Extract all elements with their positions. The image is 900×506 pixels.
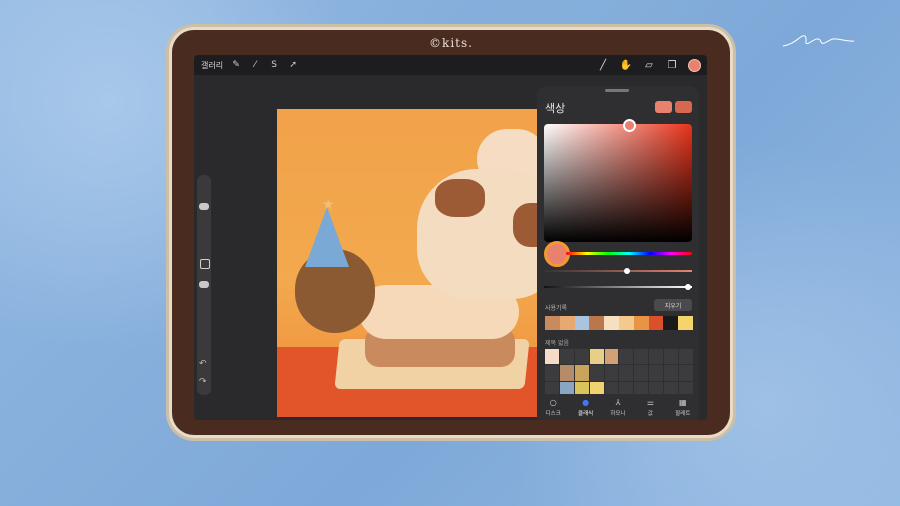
opacity-slider[interactable]	[199, 281, 209, 288]
hue-row	[544, 241, 692, 267]
palette-grid	[545, 349, 693, 397]
palette-label: 제목 없음	[545, 340, 569, 347]
primary-color-swatch[interactable]	[655, 101, 672, 113]
smudge-icon[interactable]: ✋	[619, 58, 633, 72]
artwork-shape	[435, 179, 485, 217]
palette-cell[interactable]	[589, 365, 604, 381]
history-swatch[interactable]	[589, 316, 605, 330]
palette-cell[interactable]	[604, 365, 619, 381]
drawing-canvas[interactable]: ★	[277, 109, 557, 417]
history-label: 사용기록	[545, 305, 568, 312]
color-mode-tabs: ○ 디스크 ● 클래식 ⅄ 하모니 ⚌ 값 ▦ 팔레트	[537, 394, 699, 420]
brand-logo: ©kits.	[429, 36, 473, 50]
history-swatch[interactable]	[618, 316, 634, 330]
history-swatch[interactable]	[648, 316, 664, 330]
app-screen: 갤러리 ✎ ⁄ S ➚ ╱ ✋ ▱ ❐ ↶ ↷ ★ 색상 사용기록 지우기 제목…	[194, 55, 707, 420]
current-color-button[interactable]	[688, 58, 701, 72]
picker-handle[interactable]	[623, 119, 636, 132]
history-swatches	[545, 316, 693, 330]
wrench-icon[interactable]: ✎	[230, 59, 242, 71]
tab-label: 하모니	[610, 410, 626, 417]
classic-icon: ●	[582, 397, 590, 407]
tab-label: 클래식	[578, 410, 594, 417]
history-swatch[interactable]	[663, 316, 679, 330]
brush-icon[interactable]: ╱	[596, 58, 610, 72]
palette-cell[interactable]	[664, 349, 679, 365]
palette-cell[interactable]	[679, 349, 693, 365]
tablet-frame: ©kits. 갤러리 ✎ ⁄ S ➚ ╱ ✋ ▱ ❐ ↶ ↷ ★ 색상 사용기록…	[172, 30, 730, 435]
palette-cell[interactable]	[634, 365, 649, 381]
brush-size-slider[interactable]	[199, 203, 209, 210]
star-icon: ★	[322, 197, 335, 213]
clear-history-button[interactable]: 지우기	[654, 299, 692, 311]
color-panel: 색상 사용기록 지우기 제목 없음 ○ 디스크 ● 클래식 ⅄ 하모니 ⚌ 값 …	[537, 86, 699, 420]
left-sidebar: ↶ ↷	[197, 175, 211, 395]
redo-icon[interactable]: ↷	[199, 377, 207, 387]
selection-icon[interactable]: S	[268, 59, 280, 71]
undo-icon[interactable]: ↶	[199, 359, 207, 369]
sliders-icon: ⚌	[646, 397, 654, 407]
palette-cell[interactable]	[545, 365, 559, 381]
palette-cell[interactable]	[559, 365, 574, 381]
disc-icon: ○	[549, 397, 557, 407]
palette-cell[interactable]	[574, 349, 589, 365]
brightness-knob[interactable]	[685, 284, 691, 290]
tab-classic[interactable]: ● 클래식	[569, 394, 601, 420]
tab-palette[interactable]: ▦ 팔레트	[667, 394, 699, 420]
palette-cell[interactable]	[574, 365, 589, 381]
secondary-color-swatch[interactable]	[675, 101, 692, 113]
tab-disc[interactable]: ○ 디스크	[537, 394, 569, 420]
eraser-icon[interactable]: ▱	[642, 58, 656, 72]
artwork-party-hat	[305, 207, 349, 267]
hue-slider[interactable]	[566, 252, 692, 255]
history-swatch[interactable]	[604, 316, 619, 330]
palette-cell[interactable]	[619, 349, 634, 365]
tab-harmony[interactable]: ⅄ 하모니	[602, 394, 634, 420]
brightness-slider[interactable]	[544, 284, 692, 290]
history-swatch[interactable]	[545, 316, 560, 330]
palette-cell[interactable]	[664, 365, 679, 381]
panel-grabber[interactable]	[605, 89, 629, 92]
palette-cell[interactable]	[559, 349, 574, 365]
palette-cell[interactable]	[649, 365, 664, 381]
palette-cell[interactable]	[679, 365, 693, 381]
history-swatch[interactable]	[574, 316, 590, 330]
palette-cell[interactable]	[589, 349, 604, 365]
saturation-slider[interactable]	[544, 268, 692, 274]
gallery-button[interactable]: 갤러리	[201, 60, 223, 71]
history-swatch[interactable]	[678, 316, 693, 330]
layers-icon[interactable]: ❐	[665, 58, 679, 72]
tab-label: 팔레트	[675, 410, 691, 417]
palette-grid-icon: ▦	[679, 397, 687, 407]
eyedropper-square-icon[interactable]	[200, 259, 210, 269]
palette-cell[interactable]	[545, 349, 559, 365]
saturation-knob[interactable]	[624, 268, 630, 274]
top-toolbar: 갤러리 ✎ ⁄ S ➚ ╱ ✋ ▱ ❐	[194, 55, 707, 75]
palette-cell[interactable]	[604, 349, 619, 365]
magic-wand-icon[interactable]: ⁄	[249, 59, 261, 71]
palette-cell[interactable]	[649, 349, 664, 365]
history-swatch[interactable]	[559, 316, 575, 330]
palette-cell[interactable]	[619, 365, 634, 381]
tab-label: 값	[647, 410, 653, 417]
panel-title: 색상	[545, 102, 566, 115]
tab-value[interactable]: ⚌ 값	[634, 394, 666, 420]
history-swatch[interactable]	[633, 316, 649, 330]
harmony-icon: ⅄	[615, 397, 621, 407]
palette-cell[interactable]	[634, 349, 649, 365]
tab-label: 디스크	[545, 410, 561, 417]
transform-arrow-icon[interactable]: ➚	[287, 59, 299, 71]
artwork-cat	[417, 169, 557, 299]
color-picker-square[interactable]	[544, 119, 692, 242]
signature-mark	[782, 35, 855, 47]
